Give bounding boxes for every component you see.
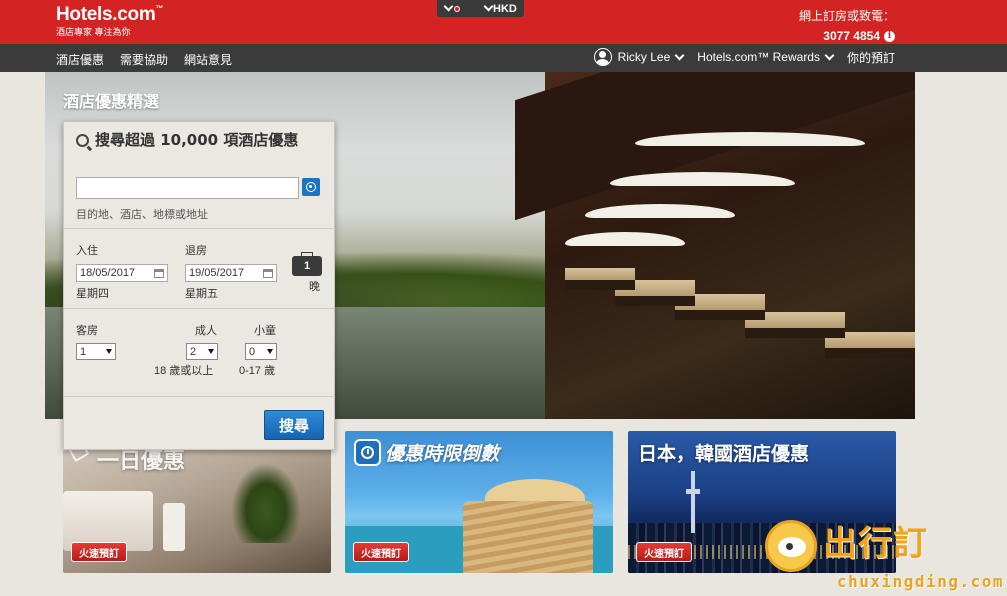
rooms-label: 客房: [76, 325, 98, 337]
adults-select[interactable]: 2: [186, 343, 218, 360]
nights-count-badge: 1: [292, 252, 322, 276]
user-avatar-icon: [593, 48, 612, 66]
divider: [64, 396, 334, 397]
my-bookings-link[interactable]: 你的預訂: [847, 49, 895, 66]
search-heading: 搜尋超過 10,000 項酒店優惠: [76, 132, 324, 149]
checkout-label: 退房: [185, 245, 207, 257]
quick-book-button[interactable]: 火速預訂: [71, 542, 127, 562]
user-name: Ricky Lee: [617, 50, 671, 64]
children-age-note: 0-17 歲: [239, 365, 276, 377]
hero-lounger: [565, 268, 635, 290]
checkout-date-input[interactable]: 19/05/2017: [185, 264, 277, 282]
search-icon: [76, 134, 89, 147]
promo-card-countdown[interactable]: 優惠時限倒數 火速預訂: [345, 431, 613, 573]
children-select[interactable]: 0: [245, 343, 277, 360]
promo-title: 日本，韓國酒店優惠: [638, 443, 810, 465]
search-submit-button[interactable]: 搜尋: [264, 410, 324, 440]
nav-item-deals[interactable]: 酒店優惠: [56, 51, 104, 68]
current-location-button[interactable]: [302, 178, 320, 196]
account-menu[interactable]: Ricky Lee: [593, 48, 685, 66]
checkin-label: 入住: [76, 245, 98, 257]
adults-age-note: 18 歲或以上: [154, 365, 214, 377]
watermark: 出行訂 chuxingding.com: [765, 514, 1007, 596]
children-value: 0: [249, 345, 256, 358]
chevron-down-icon: [824, 50, 835, 60]
destination-input[interactable]: [76, 177, 299, 199]
logo-tagline: 酒店專家 專注為你: [56, 27, 131, 37]
promo-card-one-day-deal[interactable]: 一日優惠 火速預訂: [63, 431, 331, 573]
hotels-logo[interactable]: Hotels.com™ 酒店專家 專注為你: [56, 4, 163, 38]
chevron-down-icon: [443, 1, 454, 12]
children-label: 小童: [254, 325, 276, 337]
hero-title: 酒店優惠精選: [63, 92, 160, 111]
currency-label: HKD: [493, 2, 517, 15]
language-dropdown[interactable]: [443, 1, 461, 12]
promo-title: 優惠時限倒數: [385, 443, 500, 465]
destination-hint: 目的地、酒店、地標或地址: [76, 209, 208, 221]
logo-text: Hotels.com: [56, 4, 156, 25]
search-heading-text: 搜尋超過 10,000 項酒店優惠: [95, 131, 299, 149]
promo-image-tower: [686, 471, 700, 533]
currency-dropdown[interactable]: HKD: [483, 1, 517, 15]
rewards-label: Hotels.com™ Rewards: [697, 50, 820, 64]
logo-trademark: ™: [155, 4, 164, 13]
checkout-weekday: 星期五: [185, 288, 218, 300]
top-header: Hotels.com™ 酒店專家 專注為你 HKD 網上訂房或致電： 3077 …: [0, 0, 1007, 44]
promo-image-bag: [463, 501, 593, 573]
rooms-value: 1: [80, 345, 87, 358]
watermark-url: chuxingding.com: [837, 572, 1004, 591]
divider: [64, 308, 334, 309]
checkin-date-value: 18/05/2017: [80, 267, 136, 279]
nav-item-help[interactable]: 需要協助: [120, 51, 168, 68]
clock-icon: [354, 439, 381, 466]
promo-image-vase: [163, 503, 185, 551]
mascot-logo-icon: [765, 520, 817, 572]
promo-image-plant: [231, 463, 301, 543]
calendar-icon[interactable]: [154, 268, 164, 278]
nights-label: 晚: [309, 281, 320, 293]
dropdown-arrow-icon: [106, 349, 112, 354]
location-crosshair-icon: [306, 182, 316, 192]
checkout-date-value: 19/05/2017: [189, 267, 245, 279]
locale-selector[interactable]: HKD: [437, 0, 524, 17]
adults-label: 成人: [195, 325, 217, 337]
phone-contact: 網上訂房或致電： 3077 4854 i: [799, 6, 895, 46]
rooms-select[interactable]: 1: [76, 343, 116, 360]
quick-book-button[interactable]: 火速預訂: [636, 542, 692, 562]
calendar-icon[interactable]: [263, 268, 273, 278]
checkin-weekday: 星期四: [76, 288, 109, 300]
chevron-down-icon: [483, 1, 494, 12]
rewards-menu[interactable]: Hotels.com™ Rewards: [697, 50, 835, 64]
checkin-date-input[interactable]: 18/05/2017: [76, 264, 168, 282]
hong-kong-flag-icon: [454, 5, 460, 12]
nav-item-feedback[interactable]: 網站意見: [184, 51, 232, 68]
hotel-search-form: 搜尋超過 10,000 項酒店優惠 目的地、酒店、地標或地址 入住 18/05/…: [63, 121, 335, 450]
nav-bar: 酒店優惠 需要協助 網站意見 Ricky Lee Hotels.com™ Rew…: [0, 44, 1007, 72]
watermark-brand: 出行訂: [823, 524, 928, 564]
phone-number: 3077 4854: [823, 29, 880, 43]
info-icon[interactable]: i: [884, 30, 895, 42]
quick-book-button[interactable]: 火速預訂: [353, 542, 409, 562]
dropdown-arrow-icon: [208, 349, 214, 354]
chevron-down-icon: [674, 50, 685, 60]
dropdown-arrow-icon: [267, 349, 273, 354]
adults-value: 2: [190, 345, 197, 358]
phone-label: 網上訂房或致電：: [798, 9, 895, 23]
divider: [64, 228, 334, 229]
